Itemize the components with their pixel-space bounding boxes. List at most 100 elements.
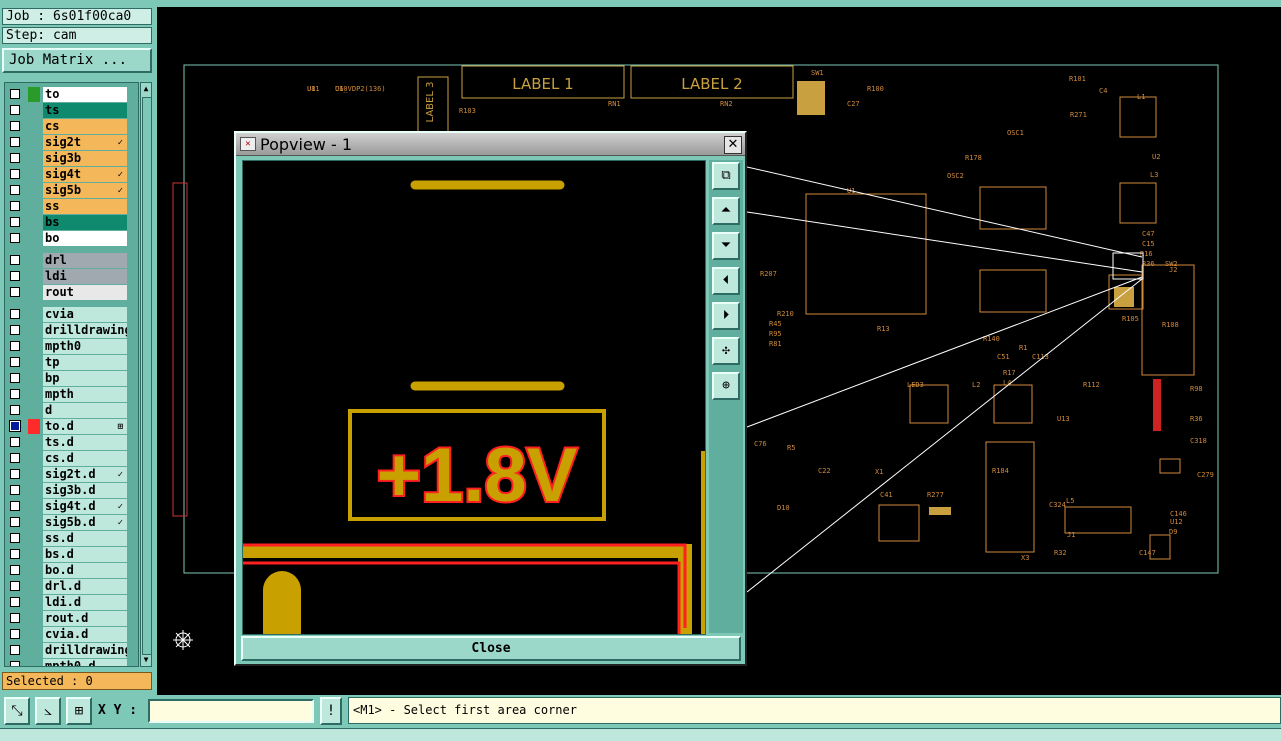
layer-name[interactable]: sig2t ✓ [43,135,127,150]
layer-checkbox[interactable] [10,661,20,666]
layer-color-swatch[interactable] [28,515,40,530]
layer-color-swatch[interactable] [28,547,40,562]
layer-name[interactable]: drilldrawing [43,323,127,338]
layer-color-swatch[interactable] [28,199,40,214]
layer-row[interactable]: ldi [7,269,137,284]
layer-color-swatch[interactable] [28,183,40,198]
layer-row[interactable]: sig5b ✓ [7,183,137,198]
grid-icon[interactable]: ⊞ [66,697,92,725]
layer-row[interactable]: sig2t.d ✓ [7,467,137,482]
job-matrix-button[interactable]: Job Matrix ... [2,48,152,73]
layer-name[interactable]: sig3b [43,151,127,166]
layer-name[interactable]: to.d ⊞ [43,419,127,434]
popview-titlebar[interactable]: ✕ Popview - 1 ✕ [236,133,745,156]
layer-color-swatch[interactable] [28,483,40,498]
layer-color-swatch[interactable] [28,307,40,322]
zoom-out-icon[interactable]: ⊕ [712,372,740,400]
layer-row[interactable]: tp [7,355,137,370]
layer-name[interactable]: sig5b ✓ [43,183,127,198]
layer-color-swatch[interactable] [28,659,40,666]
layer-checkbox[interactable] [10,153,20,163]
layer-checkbox[interactable] [10,373,20,383]
layer-row[interactable]: ss [7,199,137,214]
layer-row[interactable]: ts [7,103,137,118]
layer-color-swatch[interactable] [28,579,40,594]
layer-row[interactable]: sig5b.d ✓ [7,515,137,530]
layer-row[interactable]: bs.d [7,547,137,562]
layer-color-swatch[interactable] [28,419,40,434]
layer-name[interactable]: sig3b.d [43,483,127,498]
layer-checkbox[interactable] [10,287,20,297]
close-button[interactable]: Close [241,636,741,661]
layer-checkbox[interactable] [10,389,20,399]
snap-icon[interactable]: ⦣ [35,697,61,725]
close-icon[interactable]: ✕ [724,136,742,154]
scroll-down-icon[interactable]: ▼ [141,654,151,666]
layer-color-swatch[interactable] [28,103,40,118]
layer-color-swatch[interactable] [28,135,40,150]
layer-color-swatch[interactable] [28,339,40,354]
layer-checkbox[interactable] [10,597,20,607]
layer-row[interactable]: cvia [7,307,137,322]
layer-row[interactable]: sig3b.d [7,483,137,498]
layer-name[interactable]: cs.d [43,451,127,466]
layer-color-swatch[interactable] [28,627,40,642]
layer-row[interactable]: to [7,87,137,102]
layer-name[interactable]: sig5b.d ✓ [43,515,127,530]
layer-checkbox[interactable] [10,341,20,351]
layer-name[interactable]: drl.d [43,579,127,594]
layer-checkbox[interactable] [10,533,20,543]
layer-list-scrollbar[interactable]: ▲ ▼ [140,82,152,667]
layer-row[interactable]: cs.d [7,451,137,466]
layer-name[interactable]: bs.d [43,547,127,562]
layer-row[interactable]: bs [7,215,137,230]
layer-checkbox[interactable] [10,309,20,319]
layer-name[interactable]: cs [43,119,127,134]
layer-row[interactable]: sig4t.d ✓ [7,499,137,514]
xy-input[interactable] [148,699,314,723]
layer-color-swatch[interactable] [28,467,40,482]
layer-name[interactable]: cvia.d [43,627,127,642]
layer-checkbox[interactable] [10,89,20,99]
layer-checkbox[interactable] [10,201,20,211]
alert-icon[interactable]: ! [320,697,342,725]
layer-row[interactable]: sig4t ✓ [7,167,137,182]
layer-checkbox[interactable] [10,469,20,479]
layer-name[interactable]: mpth0.d [43,659,127,666]
layer-color-swatch[interactable] [28,451,40,466]
layer-color-swatch[interactable] [28,595,40,610]
layer-checkbox[interactable] [10,501,20,511]
layer-row[interactable]: mpth0 [7,339,137,354]
layer-color-swatch[interactable] [28,285,40,300]
layer-row[interactable]: sig2t ✓ [7,135,137,150]
layer-color-swatch[interactable] [28,215,40,230]
layer-checkbox[interactable] [10,185,20,195]
layer-row[interactable]: cs [7,119,137,134]
layer-name[interactable]: drilldrawing [43,643,127,658]
layer-color-swatch[interactable] [28,269,40,284]
layer-row[interactable]: rout.d [7,611,137,626]
layer-color-swatch[interactable] [28,253,40,268]
zoom-fit-icon[interactable]: ⧉ [712,162,740,190]
scroll-thumb[interactable] [142,97,152,655]
layer-name[interactable]: rout.d [43,611,127,626]
layer-checkbox[interactable] [10,645,20,655]
layer-checkbox[interactable] [10,549,20,559]
layer-row[interactable]: drl [7,253,137,268]
layer-checkbox[interactable] [10,357,20,367]
layer-color-swatch[interactable] [28,563,40,578]
layer-color-swatch[interactable] [28,403,40,418]
layer-row[interactable]: bp [7,371,137,386]
layer-color-swatch[interactable] [28,499,40,514]
layer-name[interactable]: bp [43,371,127,386]
layer-name[interactable]: ss.d [43,531,127,546]
layer-name[interactable]: rout [43,285,127,300]
layer-color-swatch[interactable] [28,119,40,134]
layer-checkbox[interactable] [10,217,20,227]
layer-color-swatch[interactable] [28,387,40,402]
layer-checkbox[interactable] [10,629,20,639]
layer-row[interactable]: drilldrawing [7,323,137,338]
layer-name[interactable]: bs [43,215,127,230]
layer-checkbox[interactable] [10,233,20,243]
layer-checkbox[interactable] [10,421,20,431]
